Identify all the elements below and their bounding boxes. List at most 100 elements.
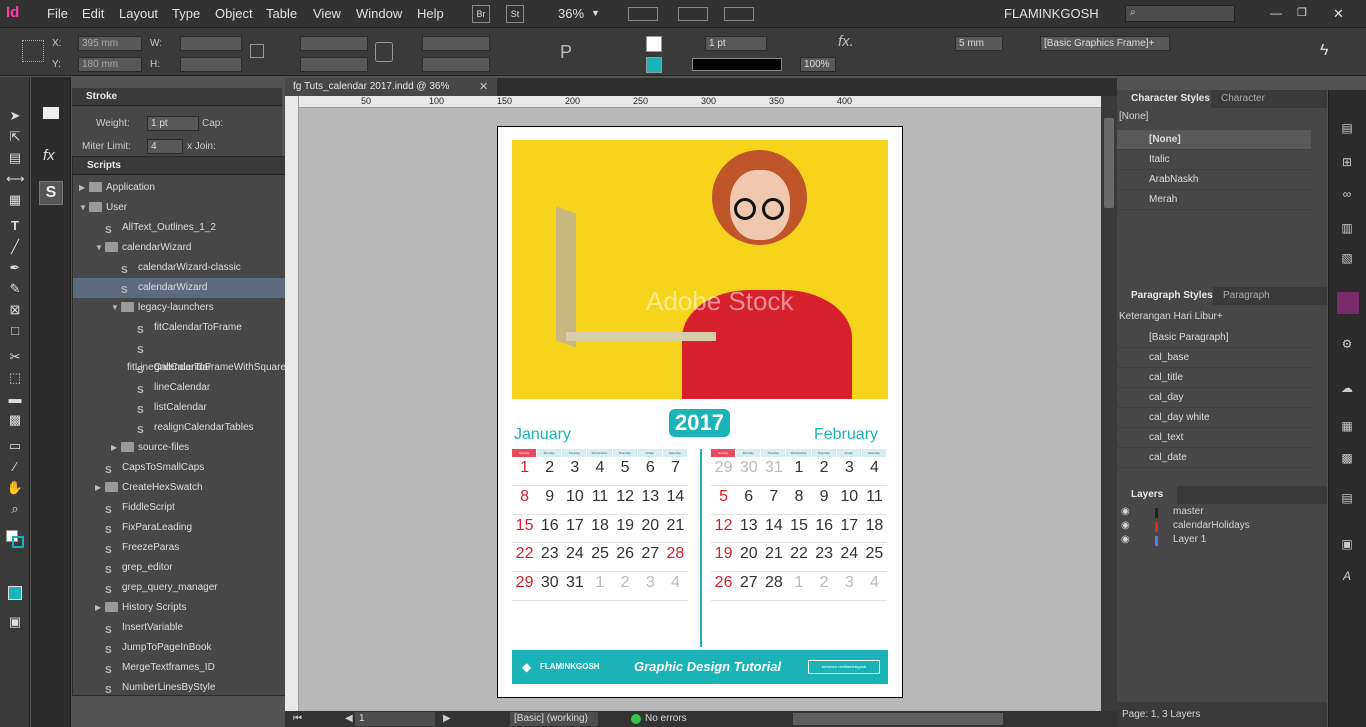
script-row[interactable]: S CapsToSmallCaps <box>73 458 315 478</box>
selection-tool-icon[interactable]: ➤ <box>6 108 24 124</box>
tab-paragraph[interactable]: Paragraph <box>1223 287 1270 305</box>
gap-tool-icon[interactable]: ⟷ <box>6 171 25 187</box>
gradient-feather-tool-icon[interactable]: ▩ <box>6 412 24 428</box>
h-field[interactable] <box>180 57 242 72</box>
grid-panel-icon[interactable]: ⊞ <box>1339 154 1355 170</box>
script-row[interactable]: SrealignCalendarTables <box>73 418 315 438</box>
close-icon[interactable]: ✕ <box>1333 6 1344 22</box>
view-options-icon[interactable] <box>628 7 658 21</box>
text-path-icon[interactable]: P <box>560 42 572 63</box>
table-styles-icon[interactable]: ▤ <box>1339 490 1355 506</box>
style-item[interactable]: Italic <box>1117 150 1311 170</box>
script-row[interactable]: ▼ legacy-launchers <box>73 298 315 318</box>
script-row[interactable]: SfitCalendarToFrame <box>73 318 315 338</box>
x-field[interactable]: 395 mm <box>78 36 142 51</box>
arrange-documents-icon[interactable] <box>724 7 754 21</box>
stroke-panel-title[interactable]: Stroke <box>72 88 282 106</box>
search-input[interactable]: ⌕ <box>1125 5 1235 22</box>
script-row[interactable]: S JumpToPageInBook <box>73 638 315 658</box>
weight-field[interactable]: 1 pt <box>147 116 199 131</box>
bridge-button[interactable]: Br <box>472 5 490 23</box>
photo-frame[interactable]: Adobe Stock <box>512 140 888 399</box>
fill-swatch[interactable] <box>646 57 662 73</box>
screen-mode-icon[interactable] <box>678 7 708 21</box>
style-item[interactable]: cal_day white <box>1117 408 1311 428</box>
script-row[interactable]: S FreezeParas <box>73 538 315 558</box>
layer-row[interactable]: ◉ master <box>1117 506 1311 520</box>
style-item[interactable]: cal_text <box>1117 428 1311 448</box>
style-item[interactable]: Merah <box>1117 190 1311 210</box>
free-transform-tool-icon[interactable]: ⬚ <box>6 370 24 386</box>
menu-view[interactable]: View <box>313 6 341 21</box>
minimize-icon[interactable]: — <box>1270 6 1282 20</box>
menu-window[interactable]: Window <box>356 6 402 21</box>
menu-layout[interactable]: Layout <box>119 6 158 21</box>
script-row[interactable]: SgridCalendar <box>73 358 315 378</box>
reference-point-icon[interactable] <box>22 40 44 62</box>
hand-tool-icon[interactable]: ✋ <box>6 480 24 496</box>
rectangle-frame-tool-icon[interactable]: ⊠ <box>6 302 24 318</box>
script-row[interactable]: S FiddleScript <box>73 498 315 518</box>
style-item[interactable]: cal_day <box>1117 388 1311 408</box>
eyedropper-tool-icon[interactable]: ⁄ <box>6 459 24 475</box>
type-tool-icon[interactable]: T <box>6 218 24 234</box>
style-item[interactable]: [Basic Paragraph] <box>1117 328 1311 348</box>
text-wrap-icon[interactable]: ▣ <box>1339 536 1355 552</box>
gradient-swatch-tool-icon[interactable]: ▬ <box>6 391 24 407</box>
apply-color-icon[interactable] <box>8 586 22 600</box>
script-row[interactable]: S NumberLinesByStyle <box>73 678 315 698</box>
script-row[interactable]: Sgrep_editor <box>73 558 315 578</box>
style-item[interactable]: ArabNaskh <box>1117 170 1311 190</box>
layer-row[interactable]: ◉ Layer 1 <box>1117 534 1311 548</box>
script-row[interactable]: ScalendarWizard <box>73 278 315 298</box>
disclosure-collapsed-icon[interactable]: ▶ <box>111 438 121 458</box>
eye-icon[interactable]: ◉ <box>1121 520 1130 531</box>
content-collector-icon[interactable]: ▦ <box>6 192 24 208</box>
tab-character[interactable]: Character <box>1221 90 1265 108</box>
disclosure-expanded-icon[interactable]: ▼ <box>111 298 121 318</box>
stock-button[interactable]: St <box>506 5 524 23</box>
horizontal-scroll-thumb[interactable] <box>793 713 1003 725</box>
constrain-proportions-icon[interactable] <box>250 44 264 58</box>
zoom-level[interactable]: 36% <box>558 6 584 21</box>
chevron-down-icon[interactable]: ▼ <box>591 8 600 18</box>
first-page-icon[interactable]: ⏮ <box>293 713 302 724</box>
disclosure-collapsed-icon[interactable]: ▶ <box>95 598 105 618</box>
glyphs-icon[interactable]: A <box>1339 568 1355 584</box>
tab-paragraph-styles[interactable]: Paragraph Styles <box>1117 287 1213 305</box>
page-tool-icon[interactable]: ▤ <box>6 150 24 166</box>
eye-icon[interactable]: ◉ <box>1121 534 1130 545</box>
scale-x-field[interactable] <box>300 36 368 51</box>
screen-mode-tool-icon[interactable]: ▣ <box>6 614 24 630</box>
pages-panel-icon[interactable] <box>43 107 59 119</box>
document-scroll-thumb[interactable] <box>1104 118 1114 208</box>
tab-layers[interactable]: Layers <box>1117 486 1177 504</box>
script-row[interactable]: SlineCalendar <box>73 378 315 398</box>
next-page-icon[interactable]: ▶ <box>443 713 451 724</box>
table-panel-icon[interactable]: ▦ <box>1339 418 1355 434</box>
pencil-tool-icon[interactable]: ✎ <box>6 281 24 297</box>
w-field[interactable] <box>180 36 242 51</box>
fx-icon[interactable]: fx. <box>838 33 854 50</box>
eye-icon[interactable]: ◉ <box>1121 506 1130 517</box>
script-row[interactable]: SfitLineCalendarToFrameWithSquareCells <box>73 338 315 373</box>
calendar-page[interactable]: Adobe Stock 2017 January February ◆ FLAM… <box>497 126 903 698</box>
miter-field[interactable]: 4 <box>147 139 183 154</box>
menu-edit[interactable]: Edit <box>82 6 104 21</box>
image-thumbnail-icon[interactable] <box>1337 292 1359 314</box>
script-row[interactable]: Sgrep_query_manager <box>73 578 315 598</box>
links-panel-icon[interactable]: ∞ <box>1339 186 1355 202</box>
menu-table[interactable]: Table <box>266 6 297 21</box>
script-row[interactable]: ▶ source-files <box>73 438 315 458</box>
cc-libraries-icon[interactable]: ⚙ <box>1339 336 1355 352</box>
script-row[interactable]: ScalendarWizard-classic <box>73 258 315 278</box>
style-item[interactable]: cal_title <box>1117 368 1311 388</box>
direct-selection-tool-icon[interactable]: ⇱ <box>6 129 24 145</box>
disclosure-collapsed-icon[interactable]: ▶ <box>79 178 89 198</box>
fx-effects-icon[interactable]: fx <box>43 147 55 164</box>
pen-tool-icon[interactable]: ✒ <box>6 260 24 276</box>
preflight-errors[interactable]: No errors <box>645 713 687 724</box>
script-row[interactable]: S MergeTextframes_ID <box>73 658 315 678</box>
stroke-weight-right-field[interactable]: 5 mm <box>955 36 1003 51</box>
scale-y-field[interactable] <box>300 57 368 72</box>
